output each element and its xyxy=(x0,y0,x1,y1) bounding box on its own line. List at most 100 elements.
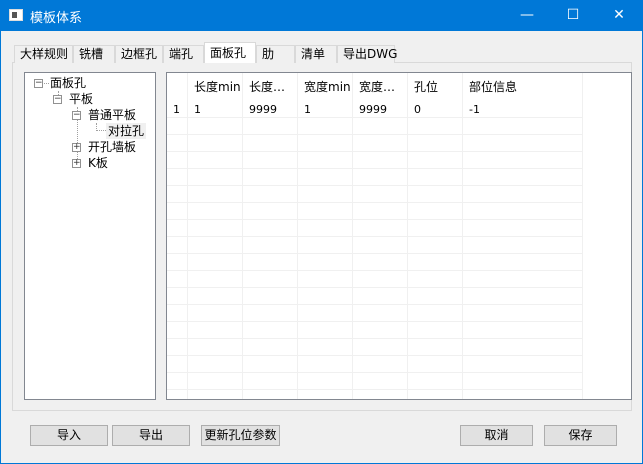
empty-cell xyxy=(167,135,188,152)
column-header[interactable]: 部位信息 xyxy=(463,73,583,101)
empty-cell xyxy=(408,373,463,390)
table-cell[interactable]: 1 xyxy=(188,101,243,118)
tree-node-pingban[interactable]: 平板 xyxy=(69,91,93,107)
empty-cell xyxy=(188,322,243,339)
empty-cell xyxy=(463,339,583,356)
column-header[interactable]: 长度… xyxy=(243,73,298,101)
empty-cell xyxy=(188,356,243,373)
empty-cell xyxy=(298,373,353,390)
close-button[interactable]: ✕ xyxy=(596,0,642,31)
empty-cell xyxy=(353,356,408,373)
empty-cell xyxy=(408,305,463,322)
empty-cell xyxy=(188,152,243,169)
empty-cell xyxy=(243,169,298,186)
tree-line xyxy=(44,83,49,84)
import-button[interactable]: 导入 xyxy=(30,425,108,446)
empty-cell xyxy=(167,169,188,186)
empty-cell xyxy=(353,322,408,339)
empty-cell xyxy=(353,186,408,203)
tab-biankuangkong[interactable]: 边框孔 xyxy=(115,45,163,63)
tab-mianbankong[interactable]: 面板孔 xyxy=(204,42,256,63)
table-cell[interactable]: 1 xyxy=(298,101,353,118)
table-cell[interactable]: 0 xyxy=(408,101,463,118)
tree-node-putong-pingban[interactable]: 普通平板 xyxy=(88,107,136,123)
empty-cell xyxy=(188,118,243,135)
column-header[interactable]: 宽度min xyxy=(298,73,353,101)
tree-node-root[interactable]: 面板孔 xyxy=(50,75,86,91)
tab-lei[interactable]: 肋 xyxy=(256,45,295,63)
empty-cell xyxy=(298,254,353,271)
update-hole-params-button[interactable]: 更新孔位参数 xyxy=(201,425,280,446)
empty-cell xyxy=(463,356,583,373)
empty-cell xyxy=(167,390,188,399)
empty-cell xyxy=(243,118,298,135)
tree-node-duilakong[interactable]: 对拉孔 xyxy=(106,123,147,139)
tree-node-kaikong-qiangban[interactable]: 开孔墙板 xyxy=(88,139,136,155)
tab-qingdan[interactable]: 清单 xyxy=(295,45,337,63)
tab-export-dwg[interactable]: 导出DWG xyxy=(337,45,397,63)
cancel-button[interactable]: 取消 xyxy=(460,425,533,446)
empty-cell xyxy=(353,203,408,220)
empty-cell xyxy=(298,135,353,152)
empty-cell xyxy=(188,390,243,399)
empty-cell xyxy=(167,271,188,288)
column-header[interactable]: 孔位 xyxy=(408,73,463,101)
empty-cell xyxy=(408,254,463,271)
empty-cell xyxy=(353,305,408,322)
expand-icon[interactable]: + xyxy=(72,143,81,152)
tab-duankong[interactable]: 端孔 xyxy=(163,45,204,63)
collapse-icon[interactable]: − xyxy=(53,95,62,104)
column-header[interactable]: 宽度… xyxy=(353,73,408,101)
empty-cell xyxy=(188,203,243,220)
empty-cell xyxy=(408,288,463,305)
column-header[interactable]: 长度min xyxy=(188,73,243,101)
table-cell[interactable]: 9999 xyxy=(353,101,408,118)
empty-cell xyxy=(353,237,408,254)
table-cell[interactable]: 9999 xyxy=(243,101,298,118)
empty-cell xyxy=(463,169,583,186)
empty-cell xyxy=(188,373,243,390)
empty-cell xyxy=(298,169,353,186)
empty-cell xyxy=(463,254,583,271)
empty-cell xyxy=(408,220,463,237)
empty-cell xyxy=(188,305,243,322)
empty-cell xyxy=(298,356,353,373)
empty-cell xyxy=(298,237,353,254)
empty-cell xyxy=(353,339,408,356)
empty-cell xyxy=(167,118,188,135)
tab-xicao[interactable]: 铣槽 xyxy=(73,45,115,63)
collapse-icon[interactable]: − xyxy=(72,111,81,120)
tree-view[interactable]: − 面板孔 − 平板 − 普通平板 对拉孔 + 开孔墙板 + K板 xyxy=(24,72,156,400)
tree-node-k-ban[interactable]: K板 xyxy=(88,155,108,171)
expand-icon[interactable]: + xyxy=(72,159,81,168)
empty-cell xyxy=(243,237,298,254)
empty-cell xyxy=(353,135,408,152)
data-grid[interactable]: 长度min 长度… 宽度min 宽度… 孔位 部位信息 1 1 9999 1 9… xyxy=(166,72,632,400)
empty-cell xyxy=(167,186,188,203)
export-button[interactable]: 导出 xyxy=(112,425,190,446)
empty-cell xyxy=(353,390,408,399)
maximize-button[interactable]: ☐ xyxy=(550,0,596,31)
empty-cell xyxy=(463,305,583,322)
tab-dayang[interactable]: 大样规则 xyxy=(14,45,73,63)
empty-cell xyxy=(243,152,298,169)
empty-cell xyxy=(188,254,243,271)
empty-cell xyxy=(243,373,298,390)
empty-cell xyxy=(243,186,298,203)
empty-cell xyxy=(243,254,298,271)
empty-cell xyxy=(463,288,583,305)
empty-cell xyxy=(353,220,408,237)
empty-cell xyxy=(298,186,353,203)
empty-cell xyxy=(408,152,463,169)
empty-cell xyxy=(353,152,408,169)
empty-cell xyxy=(298,220,353,237)
empty-cell xyxy=(353,169,408,186)
empty-cell xyxy=(167,288,188,305)
save-button[interactable]: 保存 xyxy=(544,425,617,446)
minimize-button[interactable]: — xyxy=(504,0,550,31)
empty-cell xyxy=(463,152,583,169)
collapse-icon[interactable]: − xyxy=(34,79,43,88)
table-cell[interactable]: -1 xyxy=(463,101,583,118)
empty-cell xyxy=(408,390,463,399)
empty-cell xyxy=(463,237,583,254)
